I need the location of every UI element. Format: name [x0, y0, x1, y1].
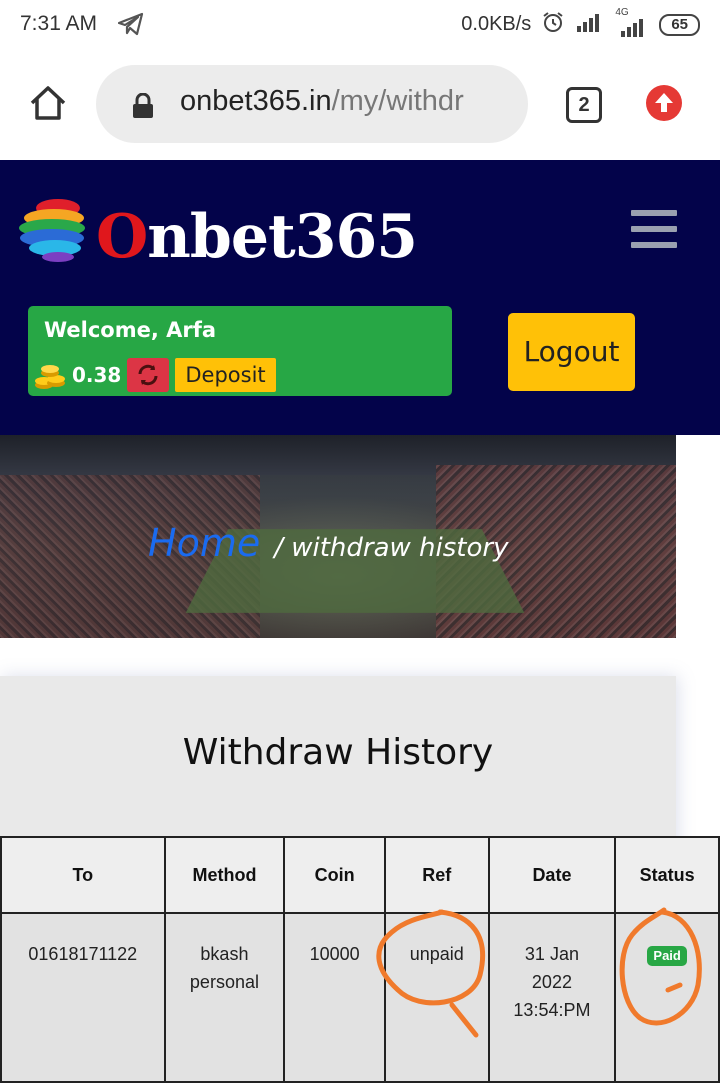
- column-header-ref: Ref: [383, 836, 490, 914]
- menu-icon[interactable]: [631, 210, 677, 258]
- stadium-banner: Home / withdraw history: [0, 435, 676, 638]
- balance-row: 0.38 Deposit: [34, 358, 276, 392]
- method-line2: personal: [189, 972, 259, 992]
- column-header-to: To: [0, 836, 166, 914]
- logo-letter: O: [96, 202, 148, 272]
- network-speed: 0.0KB/s: [461, 13, 532, 35]
- browser-toolbar: onbet365.in/my/withdr 2: [0, 50, 720, 160]
- upload-icon[interactable]: [646, 85, 682, 121]
- method-line1: bkash: [200, 944, 249, 964]
- lock-icon: [132, 92, 154, 123]
- status-bar: 7:31 AM 0.0KB/s 4G 65: [0, 0, 720, 50]
- date-line3: 13:54:PM: [513, 1000, 591, 1020]
- address-bar[interactable]: onbet365.in/my/withdr: [96, 65, 528, 143]
- deposit-button[interactable]: Deposit: [175, 358, 276, 392]
- cell-status: Paid: [614, 912, 720, 1083]
- home-icon[interactable]: [28, 83, 68, 123]
- status-badge: Paid: [647, 946, 687, 966]
- balance-value: 0.38: [72, 363, 122, 387]
- site-header: Onbet365 Welcome, Arfa 0.38 Deposit Logo…: [0, 160, 720, 435]
- table-header-row: To Method Coin Ref Date Status: [0, 836, 720, 914]
- battery-level: 65: [671, 15, 688, 33]
- table-row: 01618171122 bkash personal 10000 unpaid 3…: [0, 912, 720, 1083]
- welcome-text: Welcome, Arfa: [44, 318, 217, 342]
- logout-button[interactable]: Logout: [508, 313, 635, 391]
- breadcrumb-home-link[interactable]: Home: [148, 521, 260, 565]
- telegram-icon: [117, 12, 144, 40]
- cell-to: 01618171122: [0, 912, 166, 1083]
- logo-ball-icon: [18, 190, 96, 272]
- welcome-card: Welcome, Arfa 0.38 Deposit: [28, 306, 452, 396]
- refresh-icon[interactable]: [127, 358, 170, 392]
- cell-coin: 10000: [283, 912, 386, 1083]
- url-path: /my/withdr: [331, 85, 464, 117]
- alarm-icon: [541, 10, 565, 39]
- column-header-method: Method: [163, 836, 286, 914]
- cell-date: 31 Jan 2022 13:54:PM: [487, 912, 617, 1083]
- status-time: 7:31 AM: [20, 12, 98, 35]
- breadcrumb-current: / withdraw history: [274, 533, 509, 563]
- column-header-status: Status: [614, 836, 720, 914]
- url-text: onbet365.in/my/withdr: [180, 85, 510, 118]
- coins-icon: [34, 359, 66, 391]
- column-header-coin: Coin: [283, 836, 386, 914]
- date-line2: 2022: [531, 972, 572, 992]
- signal-4g-icon: 4G: [613, 7, 649, 37]
- site-logo[interactable]: Onbet365: [96, 202, 418, 272]
- date-line1: 31 Jan: [524, 944, 579, 964]
- cell-ref: unpaid: [383, 912, 490, 1083]
- url-domain: onbet365.in: [180, 85, 332, 117]
- signal-icon: [575, 12, 603, 37]
- breadcrumb: Home / withdraw history: [148, 521, 509, 565]
- withdraw-history-table: To Method Coin Ref Date Status 016181711…: [0, 836, 720, 1083]
- logo-word: nbet365: [147, 202, 418, 272]
- cell-method: bkash personal: [163, 912, 286, 1083]
- column-header-date: Date: [487, 836, 617, 914]
- page-title: Withdraw History: [182, 732, 494, 773]
- battery-icon: 65: [659, 13, 700, 36]
- tab-switcher-button[interactable]: 2: [566, 87, 602, 123]
